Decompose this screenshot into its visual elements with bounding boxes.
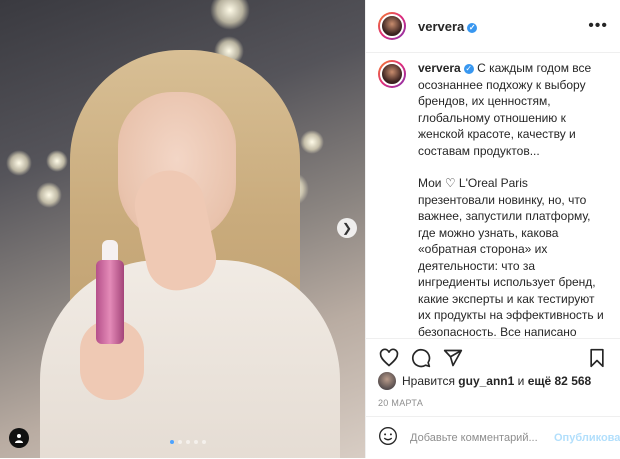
caption-avatar[interactable] <box>378 60 406 88</box>
caption-paragraph: Мои ♡ L'Oreal Paris презентовали новинку… <box>418 176 604 338</box>
publish-button[interactable]: Опубликовать <box>554 432 620 444</box>
carousel-dot <box>186 440 190 444</box>
verified-badge-icon: ✓ <box>467 22 478 33</box>
post-sidebar: ververa ✓ ••• ververa ✓ С каждым годом все… <box>365 0 620 458</box>
bokeh-light <box>36 182 62 208</box>
liker-username[interactable]: guy_ann1 <box>458 374 514 388</box>
carousel-dot <box>194 440 198 444</box>
emoji-icon[interactable] <box>378 426 398 451</box>
likes-count-link[interactable]: ещё 82 568 <box>528 374 592 388</box>
serum-bottle <box>96 260 124 344</box>
carousel-dots <box>170 440 206 444</box>
bokeh-light <box>6 150 32 176</box>
caption-text: ververa ✓ С каждым годом все осознаннее п… <box>418 60 608 338</box>
carousel-dot <box>202 440 206 444</box>
send-icon <box>443 349 463 367</box>
post-date[interactable]: 20 МАРТА <box>378 398 423 408</box>
instagram-post: ❯ ververa ✓ ••• ververa ✓ С каждым годом в… <box>0 0 620 458</box>
comment-input[interactable] <box>408 431 554 445</box>
chevron-right-icon: ❯ <box>341 221 353 235</box>
likes-summary: Нравится guy_ann1 и ещё 82 568 <box>378 372 591 390</box>
comment-bar: Опубликовать <box>366 416 620 459</box>
like-button[interactable] <box>376 345 402 371</box>
comment-button[interactable] <box>408 345 434 371</box>
post-header: ververa ✓ ••• <box>366 0 620 53</box>
caption-area: ververa ✓ С каждым годом все осознаннее п… <box>366 60 620 338</box>
comment-icon <box>411 348 431 368</box>
post-photo[interactable]: ❯ <box>0 0 365 458</box>
bokeh-light <box>46 150 68 172</box>
avatar[interactable] <box>378 372 396 390</box>
caption-paragraph: С каждым годом все осознаннее подхожу к … <box>418 61 592 158</box>
carousel-dot <box>170 440 174 444</box>
save-button[interactable] <box>584 345 610 371</box>
share-button[interactable] <box>440 345 466 371</box>
bokeh-light <box>210 0 250 30</box>
avatar[interactable] <box>378 12 406 40</box>
more-options-icon[interactable]: ••• <box>588 17 608 35</box>
tagged-users-button[interactable] <box>9 428 29 448</box>
header-username[interactable]: ververa ✓ <box>418 19 478 34</box>
bokeh-light <box>300 130 324 154</box>
likes-conjunction: и <box>517 374 525 388</box>
caption-username[interactable]: ververa <box>418 61 461 75</box>
user-tag-icon <box>15 434 23 443</box>
bookmark-icon <box>590 348 604 368</box>
carousel-dot <box>178 440 182 444</box>
verified-badge-icon: ✓ <box>463 64 474 74</box>
heart-icon <box>379 348 399 367</box>
carousel-next-button[interactable]: ❯ <box>337 218 357 238</box>
likes-prefix: Нравится <box>402 374 455 388</box>
